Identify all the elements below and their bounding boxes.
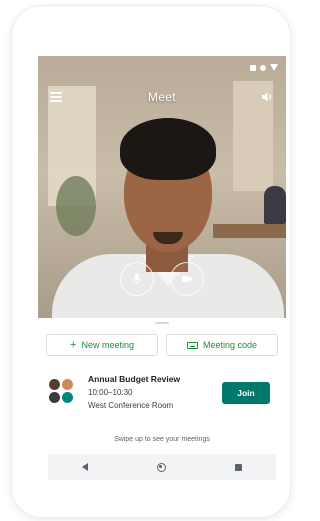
back-triangle-icon[interactable]: [82, 463, 89, 471]
plus-icon: +: [70, 338, 77, 351]
avatar: [48, 378, 61, 391]
keyboard-icon: [186, 341, 198, 349]
meeting-title: Annual Budget Review: [88, 374, 181, 384]
background-desk: [213, 224, 286, 238]
home-circle-icon[interactable]: [156, 462, 166, 472]
swipe-hint: Swipe up to see your meetings: [114, 436, 210, 443]
avatar: [61, 378, 74, 391]
meeting-code-label: Meeting code: [202, 340, 258, 350]
meetings-sheet: + New meeting Meeting code Annual Budget…: [38, 318, 286, 482]
background-plant: [56, 176, 96, 236]
new-meeting-button[interactable]: + New meeting: [46, 334, 158, 356]
participant-avatars: [48, 378, 76, 406]
microphone-toggle-button[interactable]: [120, 262, 154, 296]
join-button[interactable]: Join: [222, 382, 270, 404]
app-screen: Meet + New meeting Meeting code Annual B…: [38, 56, 286, 482]
new-meeting-label: New meeting: [81, 340, 134, 350]
avatar: [61, 391, 74, 404]
camera-toggle-button[interactable]: [170, 262, 204, 296]
meeting-list-item[interactable]: Annual Budget Review 10:00–10:30 West Co…: [46, 366, 278, 422]
videocam-icon: [182, 276, 192, 282]
microphone-icon: [133, 273, 141, 285]
battery-icon: [270, 64, 278, 71]
phone-frame: Meet + New meeting Meeting code Annual B…: [12, 6, 290, 517]
person-hair: [120, 118, 216, 180]
background-person: [264, 186, 286, 224]
avatar: [48, 391, 61, 404]
status-bar: [250, 64, 278, 71]
android-navigation-bar: [48, 454, 276, 480]
sheet-drag-handle[interactable]: [155, 322, 169, 324]
action-buttons: + New meeting Meeting code: [46, 334, 278, 356]
meeting-code-button[interactable]: Meeting code: [166, 334, 278, 356]
signal-icon: [250, 64, 256, 71]
volume-icon[interactable]: [260, 90, 274, 104]
recent-square-icon[interactable]: [234, 463, 242, 471]
wifi-icon: [260, 64, 266, 71]
video-preview: Meet: [38, 56, 286, 318]
meeting-room: West Conference Room: [88, 401, 174, 410]
meeting-time: 10:00–10:30: [88, 388, 133, 397]
app-title: Meet: [148, 90, 176, 104]
